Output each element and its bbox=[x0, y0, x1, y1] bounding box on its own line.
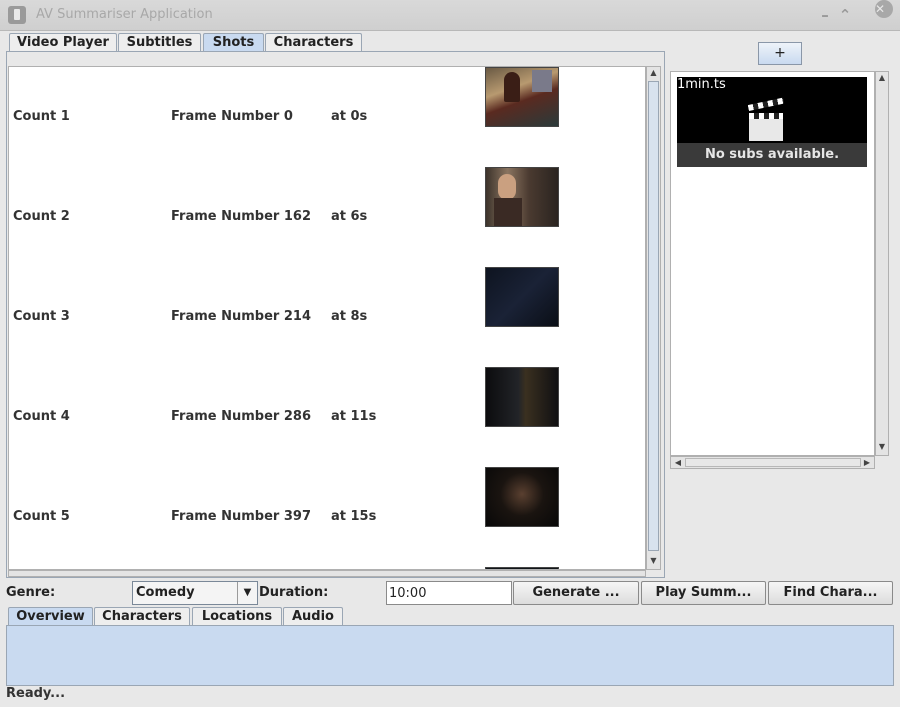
window-title: AV Summariser Application bbox=[36, 7, 213, 22]
duration-label: Duration: bbox=[259, 585, 329, 600]
tab-characters-bottom[interactable]: Characters bbox=[94, 607, 190, 626]
close-icon[interactable]: ✕ bbox=[875, 0, 893, 18]
shot-count: Count 4 bbox=[13, 409, 70, 424]
list-item[interactable]: Count 4 Frame Number 286 at 11s bbox=[9, 367, 645, 467]
no-subs-label: No subs available. bbox=[677, 143, 867, 167]
shot-count: Count 2 bbox=[13, 209, 70, 224]
chevron-down-icon[interactable]: ▼ bbox=[237, 582, 257, 604]
shot-frame: Frame Number 286 bbox=[171, 409, 311, 424]
shot-time: at 8s bbox=[331, 309, 368, 324]
maximize-icon[interactable]: ⌃ bbox=[836, 6, 854, 24]
video-card[interactable]: 1min.ts No subs available. bbox=[677, 77, 867, 167]
duration-field[interactable]: 10:00 bbox=[386, 581, 512, 605]
list-item[interactable]: Count 3 Frame Number 214 at 8s bbox=[9, 267, 645, 367]
shot-thumbnail bbox=[485, 167, 559, 227]
shot-count: Count 1 bbox=[13, 109, 70, 124]
generate-button[interactable]: Generate ... bbox=[513, 581, 639, 605]
shots-horizontal-scrollbar[interactable] bbox=[8, 570, 646, 577]
scroll-up-icon[interactable]: ▲ bbox=[647, 68, 660, 77]
overview-panel bbox=[6, 625, 894, 686]
shots-list[interactable]: Count 1 Frame Number 0 at 0s Count 2 Fra… bbox=[8, 66, 646, 570]
shot-count: Count 3 bbox=[13, 309, 70, 324]
scroll-thumb[interactable] bbox=[685, 458, 861, 467]
shot-frame: Frame Number 214 bbox=[171, 309, 311, 324]
app-icon bbox=[8, 6, 26, 24]
scroll-down-icon[interactable]: ▼ bbox=[876, 442, 888, 451]
shot-thumbnail bbox=[485, 467, 559, 527]
tab-characters[interactable]: Characters bbox=[265, 33, 362, 52]
duration-value: 10:00 bbox=[389, 586, 427, 601]
scroll-down-icon[interactable]: ▼ bbox=[647, 556, 660, 565]
shot-time: at 15s bbox=[331, 509, 377, 524]
genre-value: Comedy bbox=[136, 585, 195, 600]
status-bar: Ready... bbox=[6, 686, 66, 701]
tab-subtitles[interactable]: Subtitles bbox=[118, 33, 201, 52]
genre-select[interactable]: Comedy ▼ bbox=[132, 581, 258, 605]
add-video-button[interactable]: + bbox=[758, 42, 802, 65]
shot-count: Count 5 bbox=[13, 509, 70, 524]
tab-video-player[interactable]: Video Player bbox=[9, 33, 117, 52]
video-list-horizontal-scrollbar[interactable]: ◀ ▶ bbox=[670, 456, 875, 469]
tab-locations[interactable]: Locations bbox=[192, 607, 282, 626]
shot-frame: Frame Number 162 bbox=[171, 209, 311, 224]
clapperboard-icon bbox=[747, 97, 785, 141]
find-characters-button[interactable]: Find Chara... bbox=[768, 581, 893, 605]
shot-thumbnail bbox=[485, 367, 559, 427]
shot-thumbnail bbox=[485, 67, 559, 127]
list-item[interactable]: Count 1 Frame Number 0 at 0s bbox=[9, 67, 645, 167]
shot-frame: Frame Number 397 bbox=[171, 509, 311, 524]
shot-thumbnail bbox=[485, 267, 559, 327]
shots-vertical-scrollbar[interactable]: ▲ ▼ bbox=[646, 66, 661, 570]
genre-label: Genre: bbox=[6, 585, 56, 600]
play-summary-button[interactable]: Play Summ... bbox=[641, 581, 766, 605]
tab-overview[interactable]: Overview bbox=[8, 607, 93, 626]
list-item[interactable]: Count 2 Frame Number 162 at 6s bbox=[9, 167, 645, 267]
tab-audio[interactable]: Audio bbox=[283, 607, 343, 626]
scroll-right-icon[interactable]: ▶ bbox=[862, 458, 872, 467]
list-item[interactable]: Count 5 Frame Number 397 at 15s bbox=[9, 467, 645, 567]
shot-time: at 6s bbox=[331, 209, 368, 224]
shot-time: at 0s bbox=[331, 109, 368, 124]
video-list-vertical-scrollbar[interactable]: ▲ ▼ bbox=[875, 71, 889, 456]
shot-frame: Frame Number 0 bbox=[171, 109, 293, 124]
video-name: 1min.ts bbox=[677, 77, 726, 92]
tab-shots[interactable]: Shots bbox=[203, 33, 264, 52]
title-bar: AV Summariser Application – ⌃ ✕ bbox=[0, 0, 900, 31]
scroll-up-icon[interactable]: ▲ bbox=[876, 73, 888, 82]
scroll-thumb[interactable] bbox=[648, 81, 659, 551]
shot-time: at 11s bbox=[331, 409, 377, 424]
minimize-icon[interactable]: – bbox=[816, 6, 834, 24]
scroll-left-icon[interactable]: ◀ bbox=[673, 458, 683, 467]
